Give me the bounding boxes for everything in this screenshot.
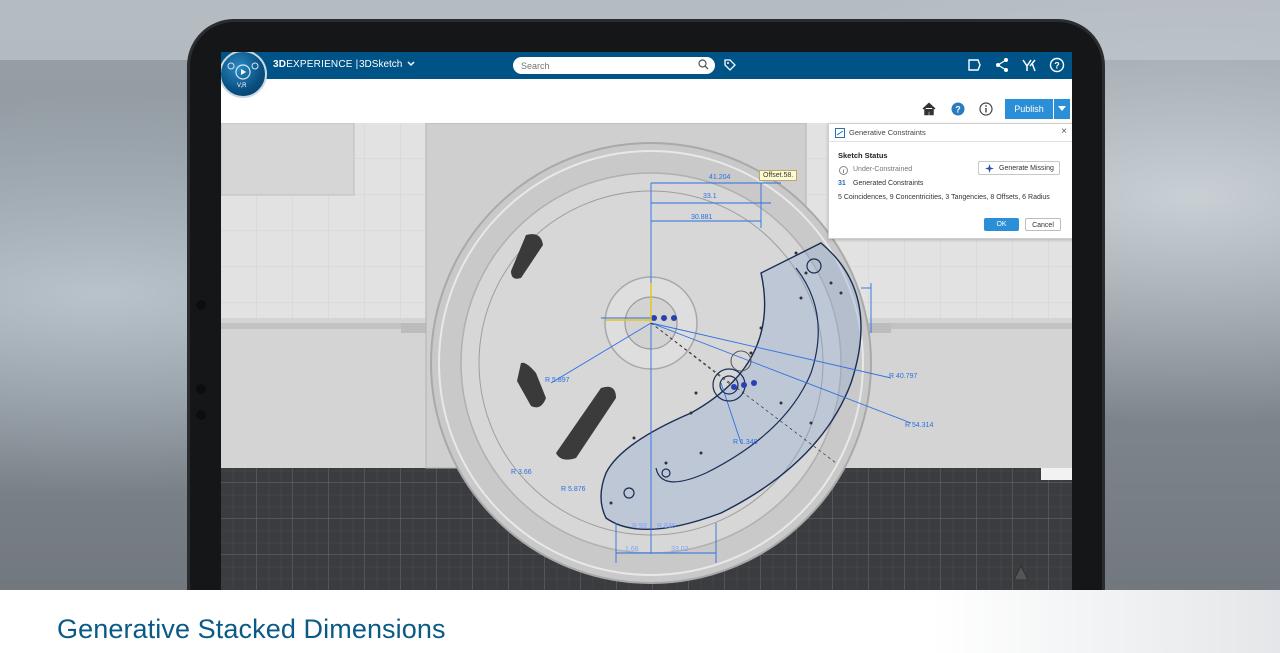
action-bar	[221, 79, 1072, 123]
constraint-details: 5 Coincidences, 9 Concentricities, 3 Tan…	[838, 194, 1050, 201]
tag-icon[interactable]	[723, 58, 737, 72]
panel-title: Generative Constraints	[849, 128, 926, 137]
home-icon[interactable]	[922, 102, 936, 116]
caption-fade	[930, 590, 1280, 653]
compass-label: V,R	[237, 83, 247, 89]
collaborate-icon[interactable]	[1021, 57, 1037, 73]
generate-missing-label: Generate Missing	[999, 165, 1054, 172]
dimension-label[interactable]: R 5.876	[561, 486, 586, 493]
cancel-button[interactable]: Cancel	[1025, 218, 1061, 231]
caret-down-icon	[1058, 106, 1066, 111]
dimension-label[interactable]: R 40.797	[889, 373, 917, 380]
generative-constraints-panel: Generative Constraints × Sketch Status U…	[828, 123, 1072, 239]
dimension-label[interactable]: R 5.897	[545, 377, 570, 384]
dimension-label[interactable]: R 3.66	[511, 469, 532, 476]
tablet-camera-dot	[196, 410, 206, 420]
chevron-down-icon	[407, 61, 415, 67]
close-icon[interactable]: ×	[1061, 126, 1067, 137]
search-icon[interactable]	[698, 59, 709, 70]
dimension-label[interactable]: 33.02	[671, 546, 689, 553]
constraint-count-label: Generated Constraints	[853, 180, 924, 187]
tablet-camera-dot	[196, 384, 206, 394]
dimension-label[interactable]: 41.204	[709, 174, 730, 181]
svg-text:?: ?	[955, 105, 961, 115]
tablet-camera-dot	[196, 300, 206, 310]
dimension-label[interactable]: 30.881	[691, 214, 712, 221]
sparkle-icon	[985, 164, 994, 173]
help-icon[interactable]: ?	[951, 102, 965, 116]
publish-button[interactable]: Publish	[1005, 99, 1053, 119]
status-text: Under-Constrained	[853, 166, 913, 173]
brand-label: 3DEXPERIENCE |	[273, 59, 359, 70]
panel-header: Generative Constraints ×	[829, 124, 1072, 142]
ok-button[interactable]: OK	[984, 218, 1019, 231]
info-icon[interactable]	[979, 102, 993, 116]
dimension-label[interactable]: 33.1	[703, 193, 717, 200]
top-bar: 3DEXPERIENCE | 3DSketch ?	[221, 52, 1072, 79]
view-cube-icon[interactable]	[1011, 563, 1031, 583]
dimension-label[interactable]: 1.66	[625, 546, 639, 553]
svg-text:?: ?	[1054, 61, 1060, 71]
info-icon	[839, 166, 848, 175]
video-caption: Generative Stacked Dimensions	[57, 614, 446, 644]
speech-bubble-icon[interactable]	[966, 57, 982, 73]
help-icon[interactable]: ?	[1049, 57, 1065, 73]
app-switcher[interactable]: 3DSketch	[359, 59, 415, 70]
constraints-icon	[835, 128, 845, 138]
compass-icon[interactable]: V,R	[221, 52, 267, 98]
dimension-label[interactable]: R 836	[657, 523, 676, 530]
generate-missing-button[interactable]: Generate Missing	[978, 161, 1060, 175]
dimension-label[interactable]: R 93	[632, 523, 647, 530]
share-icon[interactable]	[994, 57, 1010, 73]
dimension-label[interactable]: R 1.348	[733, 439, 758, 446]
sketch-status-heading: Sketch Status	[838, 151, 888, 160]
search-input[interactable]	[513, 57, 715, 74]
dimension-label[interactable]: R 54.314	[905, 422, 933, 429]
offset-tooltip: Offset.58.	[759, 170, 798, 181]
constraint-count: 31	[838, 180, 846, 187]
publish-dropdown-button[interactable]	[1054, 99, 1070, 119]
app-screen: 3DEXPERIENCE | 3DSketch ?	[221, 52, 1072, 590]
